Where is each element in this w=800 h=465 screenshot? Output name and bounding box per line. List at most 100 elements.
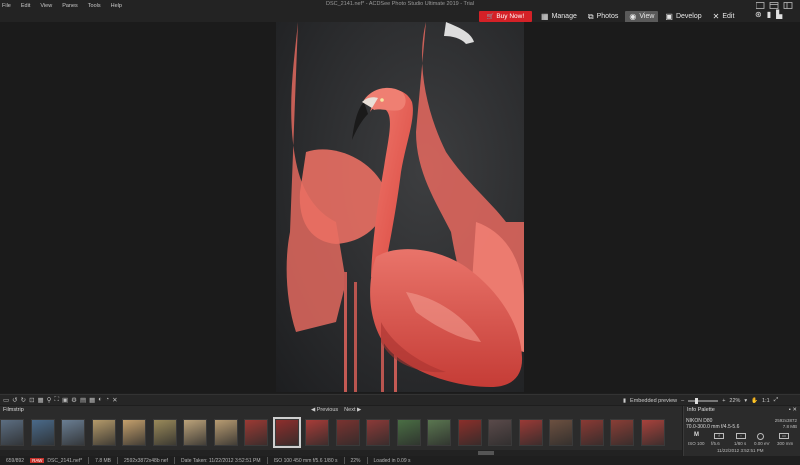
filmstrip-scroll-thumb[interactable] <box>478 451 494 455</box>
mode-edit-label: Edit <box>722 13 735 20</box>
window-layout-icons[interactable] <box>756 2 796 9</box>
select-icon[interactable]: ▦ <box>38 396 44 404</box>
zoom-icon[interactable]: ▣ <box>62 396 68 404</box>
buy-now-button[interactable]: 🛒 Buy Now! <box>479 11 532 22</box>
menu-panes[interactable]: Panes <box>62 3 78 9</box>
magnifier-icon[interactable]: ⚲ <box>47 396 52 404</box>
settings-icon[interactable]: ⚙ <box>71 396 77 404</box>
filmstrip-thumbnail[interactable] <box>213 419 238 446</box>
pin-close-icons[interactable]: ▪ ✕ <box>789 407 797 413</box>
filmstrip-thumbnail[interactable] <box>244 419 268 446</box>
ratio-label[interactable]: 1:1 <box>762 398 770 404</box>
filmstrip-thumbnail[interactable] <box>549 419 573 446</box>
blend-icon[interactable]: ◐ <box>98 396 102 404</box>
buy-now-label: Buy Now! <box>496 13 525 20</box>
grid-icon: ▦ <box>541 12 549 21</box>
grid-view-icon[interactable]: ▦ <box>89 396 95 404</box>
filmstrip-thumbnail[interactable] <box>488 419 512 446</box>
menu-tools[interactable]: Tools <box>88 3 101 9</box>
hand-icon[interactable]: ✋ <box>751 398 758 404</box>
focal-icon: ▭ <box>779 433 789 439</box>
iso-value: ISO 100 <box>688 441 705 446</box>
previous-button[interactable]: ◀ Previous <box>311 407 338 413</box>
timer-icon[interactable]: ◔ <box>105 396 109 404</box>
filmstrip-thumbnail[interactable] <box>610 419 634 446</box>
next-button[interactable]: Next ▶ <box>344 407 361 413</box>
status-divider <box>266 457 268 464</box>
fit-icon[interactable]: ⛶ <box>54 396 59 404</box>
status-divider <box>173 457 175 464</box>
filmstrip-thumbnail[interactable] <box>335 419 360 446</box>
menu-help[interactable]: Help <box>111 3 122 9</box>
dashboard-icon[interactable]: ▮ <box>767 10 771 19</box>
filmstrip-thumbnail[interactable] <box>122 419 146 446</box>
filmstrip-thumbnail[interactable] <box>457 419 482 446</box>
mode-manage-button[interactable]: ▦ Manage <box>537 11 581 23</box>
mode-edit-button[interactable]: ✕ Edit <box>709 11 739 23</box>
preview-mode-label[interactable]: Embedded preview <box>630 398 677 404</box>
mode-view-button[interactable]: ◉ View <box>625 10 659 23</box>
zoom-slider[interactable] <box>688 397 719 404</box>
shutter-icon: ▫ <box>736 433 746 439</box>
menu-view[interactable]: View <box>40 3 52 9</box>
filmstrip-thumbnail[interactable] <box>640 419 665 446</box>
focal-value: 300 mm <box>777 441 794 446</box>
filmstrip-thumbnail[interactable] <box>305 419 329 446</box>
crop-icon[interactable]: ⊡ <box>29 396 34 404</box>
save-icon[interactable]: ▭ <box>3 396 9 404</box>
view-tools-left: ▭ ↺ ↻ ⊡ ▦ ⚲ ⛶ ▣ ⚙ ▤ ▦ ◐ ◔ ✕ <box>3 396 118 404</box>
status-filename: DSC_2141.nef* <box>47 457 83 464</box>
zoom-value[interactable]: 22% <box>729 398 740 404</box>
histogram-icon[interactable]: ▙ <box>776 10 782 19</box>
filmstrip-thumbnail[interactable] <box>91 419 116 446</box>
zoom-dropdown-icon[interactable]: ▾ <box>744 398 747 404</box>
close-icon[interactable]: ✕ <box>112 396 117 404</box>
eye-icon: ◉ <box>629 12 637 21</box>
photo-flamingos[interactable] <box>276 22 524 392</box>
filmstrip-thumbnail[interactable] <box>518 419 543 446</box>
zoom-out-icon[interactable]: – <box>681 398 684 404</box>
rotate-right-icon[interactable]: ↻ <box>21 396 26 404</box>
filmstrip-thumbnail[interactable] <box>61 419 85 446</box>
ev-icon <box>757 433 764 440</box>
image-viewer[interactable] <box>0 22 800 393</box>
menu-bar: File Edit View Panes Tools Help <box>2 1 132 10</box>
compare-icon[interactable]: ▤ <box>80 396 86 404</box>
panel-toggle-icon[interactable]: ▮ <box>623 398 626 404</box>
mode-photos-button[interactable]: ⧉ Photos <box>584 11 623 23</box>
mode-view-label: View <box>639 13 655 20</box>
filmstrip-tab[interactable]: Filmstrip <box>3 407 24 413</box>
aperture-value: f/5.6 <box>711 441 720 446</box>
filmstrip-thumbnail[interactable] <box>152 419 177 446</box>
status-loaded: Loaded in 0.09 s <box>373 457 411 464</box>
previous-label: Previous <box>316 407 339 413</box>
next-label: Next <box>344 407 356 413</box>
filmstrip-thumbnail[interactable] <box>272 417 301 448</box>
raw-badge: RAW <box>30 458 45 463</box>
365-icon[interactable]: ⊛ <box>755 10 762 19</box>
status-divider <box>366 457 368 464</box>
info-palette: Info Palette ▪ ✕ NIKON D80 2592x3872 70.… <box>683 406 800 456</box>
photos-icon: ⧉ <box>587 11 594 21</box>
filmstrip-thumbnail[interactable] <box>579 419 604 446</box>
filmstrip-thumbnail[interactable] <box>396 419 421 446</box>
filmstrip-thumbnail[interactable] <box>30 419 55 446</box>
status-exposure: ISO 100 450 mm f/5.6 1/80 s <box>273 457 338 464</box>
filmstrip[interactable] <box>0 416 682 451</box>
filmstrip-thumbnail[interactable] <box>366 419 390 446</box>
lens-info: 70.0-300.0 mm f/4.5-5.6 <box>686 424 740 430</box>
cart-icon: 🛒 <box>486 14 495 20</box>
filmstrip-thumbnail[interactable] <box>183 419 207 446</box>
mode-develop-button[interactable]: ▣ Develop <box>661 11 705 23</box>
menu-edit[interactable]: Edit <box>21 3 30 9</box>
aperture-icon: f <box>714 433 724 439</box>
zoom-slider-handle[interactable] <box>694 397 698 404</box>
status-dims: 2592x3872x48b nef <box>124 457 168 464</box>
menu-file[interactable]: File <box>2 3 11 9</box>
fullscreen-icon[interactable]: ⤢ <box>774 397 778 404</box>
zoom-in-icon[interactable]: + <box>722 398 725 404</box>
info-file-size: 7.8 MB <box>782 424 797 429</box>
filmstrip-thumbnail[interactable] <box>427 419 451 446</box>
rotate-left-icon[interactable]: ↺ <box>12 396 17 404</box>
filmstrip-thumbnail[interactable] <box>0 419 24 446</box>
